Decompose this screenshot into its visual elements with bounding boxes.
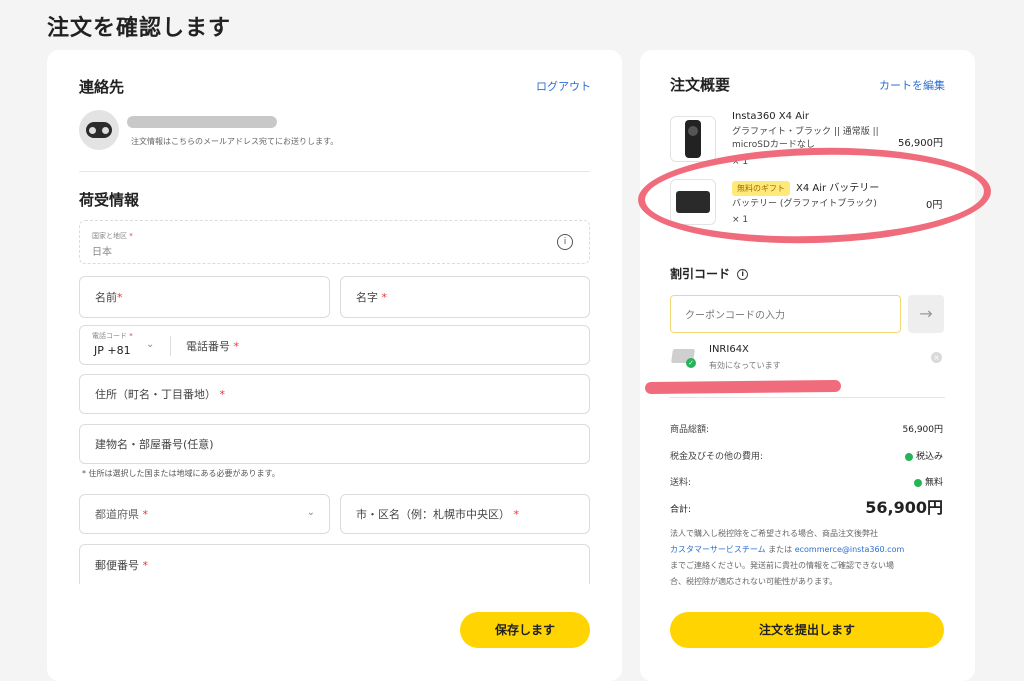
chevron-down-icon[interactable]: ⌄ [307, 507, 315, 518]
submit-order-button[interactable]: 注文を提出します [670, 612, 944, 648]
summary-title: 注文概要 [670, 76, 731, 94]
country-note: * 住所は選択した国または地域にある必要があります。 [82, 469, 280, 478]
totals-divider [670, 397, 945, 398]
item-1-price: 56,900円 [898, 138, 943, 149]
remove-coupon-icon[interactable]: × [931, 352, 942, 363]
ecommerce-email-link[interactable]: ecommerce@insta360.com [795, 545, 905, 554]
country-label: 国家と地区 * [92, 232, 133, 240]
last-name-placeholder: 名字 * [356, 291, 387, 304]
phone-code-label: 電話コード * [92, 332, 133, 340]
country-value: 日本 [92, 247, 112, 258]
phone-number-placeholder: 電話番号 * [186, 340, 239, 353]
address-field[interactable]: 住所（町名・丁目番地） * [79, 374, 590, 414]
building-placeholder: 建物名・部屋番号(任意) [95, 438, 214, 451]
coupon-input[interactable]: クーポンコードの入力 [670, 295, 901, 333]
country-field[interactable]: 国家と地区 * 日本 i [79, 220, 590, 264]
total-value: 56,900円 [865, 498, 943, 517]
building-field[interactable]: 建物名・部屋番号(任意) [79, 424, 590, 464]
postal-placeholder: 郵便番号 * [95, 559, 148, 572]
shipping-form-card: 連絡先 ログアウト 注文情報はこちらのメールアドレス宛てにお送りします。 荷受情… [47, 50, 622, 681]
check-icon [904, 452, 913, 461]
first-name-placeholder: 名前* [95, 291, 123, 304]
chevron-down-icon[interactable]: ⌄ [146, 339, 154, 350]
info-icon[interactable]: i [557, 234, 573, 250]
city-field[interactable]: 市・区名（例：札幌市中央区） * [340, 494, 590, 534]
first-name-field[interactable]: 名前* [79, 276, 330, 318]
logout-link[interactable]: ログアウト [536, 78, 591, 94]
apply-coupon-button[interactable]: → [908, 295, 944, 333]
product-image-camera [670, 116, 716, 162]
last-name-field[interactable]: 名字 * [340, 276, 590, 318]
info-icon[interactable]: i [737, 269, 749, 280]
edit-cart-link[interactable]: カートを編集 [879, 77, 945, 93]
masked-email [127, 116, 277, 128]
subtotal-label: 商品総額: [670, 425, 710, 435]
contact-divider [79, 171, 590, 172]
item-1-name: Insta360 X4 Air [732, 111, 809, 122]
prefecture-select[interactable]: 都道府県 * ⌄ [79, 494, 330, 534]
tax-label: 税金及びその他の費用: [670, 452, 764, 462]
page-title: 注文を確認します [47, 16, 232, 41]
coupon-tag-icon: ✓ [671, 349, 696, 368]
email-note: 注文情報はこちらのメールアドレス宛てにお送りします。 [131, 137, 339, 146]
check-icon [913, 478, 922, 487]
postal-field[interactable]: 郵便番号 * [79, 544, 590, 584]
customer-service-link[interactable]: カスタマーサービスチーム [670, 545, 766, 554]
check-icon: ✓ [686, 358, 696, 368]
prefecture-placeholder: 都道府県 * [95, 508, 148, 521]
coupon-status: 有効になっています [709, 361, 781, 370]
coupon-code: INRI64X [709, 344, 749, 355]
address-placeholder: 住所（町名・丁目番地） * [95, 388, 225, 401]
contact-section-title: 連絡先 [79, 78, 125, 96]
tax-value: 税込み [904, 449, 943, 462]
order-summary-card: 注文概要 カートを編集 Insta360 X4 Air グラファイト・ブラック … [640, 50, 975, 681]
phone-field[interactable]: 電話コード * JP +81 ⌄ 電話番号 * [79, 325, 590, 365]
save-button[interactable]: 保存します [460, 612, 590, 648]
subtotal-value: 56,900円 [902, 425, 944, 435]
shipping-section-title: 荷受情報 [79, 191, 140, 209]
shipping-fee-value: 無料 [913, 475, 943, 488]
tax-deduction-note: 法人で購入し税控除をご希望される場合、商品注文後弊社 カスタマーサービスチーム … [670, 529, 905, 586]
phone-divider [170, 336, 171, 356]
phone-code-select[interactable]: JP +81 [94, 344, 131, 357]
coupon-placeholder: クーポンコードの入力 [685, 310, 785, 322]
avatar [79, 110, 119, 150]
shipping-fee-label: 送料: [670, 478, 692, 488]
city-placeholder: 市・区名（例：札幌市中央区） * [356, 508, 519, 521]
highlight-underline-annotation [644, 379, 842, 395]
camera-icon [685, 120, 701, 158]
avatar-face-icon [86, 122, 112, 138]
discount-title: 割引コード i [670, 265, 749, 282]
total-label: 合計: [670, 505, 692, 515]
